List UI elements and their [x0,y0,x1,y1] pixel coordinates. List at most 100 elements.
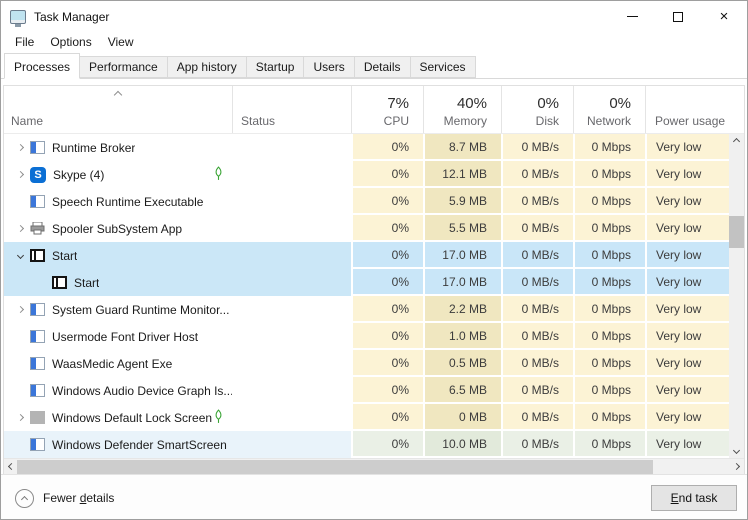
disk-cell[interactable]: 0 MB/s [501,269,573,296]
cpu-cell[interactable]: 0% [351,269,423,296]
disk-cell[interactable]: 0 MB/s [501,350,573,377]
network-cell[interactable]: 0 Mbps [573,377,645,404]
column-header-memory[interactable]: 40% Memory [423,86,501,133]
menu-file[interactable]: File [8,33,43,52]
cpu-cell[interactable]: 0% [351,296,423,323]
table-row[interactable]: Runtime Broker 0% 8.7 MB 0 MB/s 0 Mbps V… [4,134,729,161]
power-cell[interactable]: Very low [645,431,731,458]
name-cell[interactable]: Start [4,269,232,296]
power-cell[interactable]: Very low [645,215,731,242]
cpu-cell[interactable]: 0% [351,161,423,188]
tab-performance[interactable]: Performance [79,56,168,78]
menu-options[interactable]: Options [43,33,100,52]
tab-app-history[interactable]: App history [167,56,247,78]
power-cell[interactable]: Very low [645,161,731,188]
maximize-button[interactable] [655,1,701,32]
cpu-cell[interactable]: 0% [351,215,423,242]
disk-cell[interactable]: 0 MB/s [501,377,573,404]
name-cell[interactable]: Speech Runtime Executable [4,188,232,215]
status-cell[interactable] [232,161,351,188]
cpu-cell[interactable]: 0% [351,188,423,215]
memory-cell[interactable]: 1.0 MB [423,323,501,350]
network-cell[interactable]: 0 Mbps [573,215,645,242]
power-cell[interactable]: Very low [645,350,731,377]
name-cell[interactable]: System Guard Runtime Monitor... [4,296,232,323]
status-cell[interactable] [232,431,351,458]
name-cell[interactable]: S Skype (4) [4,161,232,188]
end-task-button[interactable]: End task [651,485,737,511]
cpu-cell[interactable]: 0% [351,242,423,269]
expand-chevron-icon[interactable] [10,415,30,420]
column-header-network[interactable]: 0% Network [573,86,645,133]
tab-services[interactable]: Services [410,56,476,78]
power-cell[interactable]: Very low [645,188,731,215]
power-cell[interactable]: Very low [645,323,731,350]
cpu-cell[interactable]: 0% [351,323,423,350]
memory-cell[interactable]: 0.5 MB [423,350,501,377]
expand-chevron-icon[interactable] [10,226,30,231]
disk-cell[interactable]: 0 MB/s [501,404,573,431]
disk-cell[interactable]: 0 MB/s [501,323,573,350]
scroll-up-button[interactable] [729,134,744,149]
name-cell[interactable]: Usermode Font Driver Host [4,323,232,350]
table-row[interactable]: Spooler SubSystem App 0% 5.5 MB 0 MB/s 0… [4,215,729,242]
memory-cell[interactable]: 0 MB [423,404,501,431]
status-cell[interactable] [232,215,351,242]
tab-users[interactable]: Users [303,56,354,78]
status-cell[interactable] [232,350,351,377]
expand-chevron-icon[interactable] [10,145,30,150]
collapse-chevron-icon[interactable] [10,253,30,258]
network-cell[interactable]: 0 Mbps [573,296,645,323]
memory-cell[interactable]: 6.5 MB [423,377,501,404]
power-cell[interactable]: Very low [645,242,731,269]
status-cell[interactable] [232,404,351,431]
memory-cell[interactable]: 12.1 MB [423,161,501,188]
memory-cell[interactable]: 2.2 MB [423,296,501,323]
status-cell[interactable] [232,377,351,404]
cpu-cell[interactable]: 0% [351,350,423,377]
fewer-details-toggle[interactable]: Fewer details [43,491,114,505]
expand-chevron-icon[interactable] [10,307,30,312]
tab-startup[interactable]: Startup [246,56,305,78]
column-header-disk[interactable]: 0% Disk [501,86,573,133]
vertical-scrollbar[interactable] [729,134,744,458]
name-cell[interactable]: Windows Default Lock Screen [4,404,232,431]
disk-cell[interactable]: 0 MB/s [501,215,573,242]
vertical-scrollbar-thumb[interactable] [729,216,744,248]
power-cell[interactable]: Very low [645,134,731,161]
disk-cell[interactable]: 0 MB/s [501,242,573,269]
column-header-status[interactable]: Status [232,86,351,133]
tab-processes[interactable]: Processes [4,53,80,79]
cpu-cell[interactable]: 0% [351,431,423,458]
column-header-cpu[interactable]: 7% CPU [351,86,423,133]
status-cell[interactable] [232,242,351,269]
power-cell[interactable]: Very low [645,269,731,296]
network-cell[interactable]: 0 Mbps [573,404,645,431]
memory-cell[interactable]: 17.0 MB [423,269,501,296]
name-cell[interactable]: WaasMedic Agent Exe [4,350,232,377]
status-cell[interactable] [232,296,351,323]
horizontal-scrollbar[interactable] [4,458,744,474]
status-cell[interactable] [232,134,351,161]
network-cell[interactable]: 0 Mbps [573,269,645,296]
memory-cell[interactable]: 5.9 MB [423,188,501,215]
network-cell[interactable]: 0 Mbps [573,350,645,377]
power-cell[interactable]: Very low [645,404,731,431]
network-cell[interactable]: 0 Mbps [573,188,645,215]
table-row[interactable]: Usermode Font Driver Host 0% 1.0 MB 0 MB… [4,323,729,350]
network-cell[interactable]: 0 Mbps [573,161,645,188]
disk-cell[interactable]: 0 MB/s [501,161,573,188]
name-cell[interactable]: Start [4,242,232,269]
table-row-selected-child[interactable]: Start 0% 17.0 MB 0 MB/s 0 Mbps Very low [4,269,729,296]
close-button[interactable]: × [701,1,747,32]
table-row[interactable]: Windows Default Lock Screen 0% 0 MB 0 MB… [4,404,729,431]
scroll-down-button[interactable] [729,443,744,458]
memory-cell[interactable]: 5.5 MB [423,215,501,242]
status-cell[interactable] [232,323,351,350]
memory-cell[interactable]: 17.0 MB [423,242,501,269]
power-cell[interactable]: Very low [645,377,731,404]
name-cell[interactable]: Spooler SubSystem App [4,215,232,242]
expand-chevron-icon[interactable] [10,172,30,177]
table-row[interactable]: S Skype (4) 0% 12.1 MB 0 MB/s 0 Mbps Ver… [4,161,729,188]
name-cell[interactable]: Windows Defender SmartScreen [4,431,232,458]
